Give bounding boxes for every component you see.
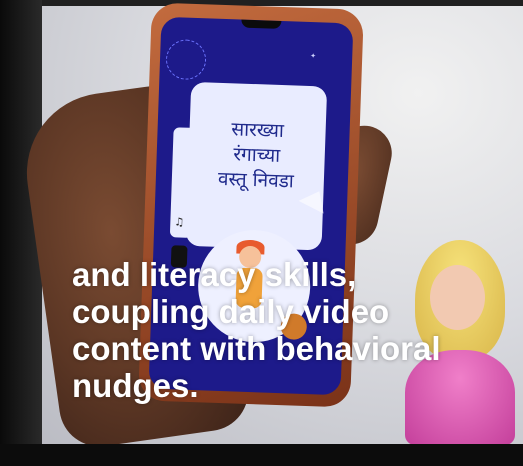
prompt-text: सारख्या रंगाच्या वस्तू निवडा xyxy=(187,116,326,196)
music-note-icon[interactable]: ♫ xyxy=(174,215,184,228)
prompt-card: सारख्या रंगाच्या वस्तू निवडा xyxy=(185,81,328,251)
caption-line-2: coupling daily video xyxy=(72,293,390,330)
caption-line-4: nudges. xyxy=(72,367,199,404)
photo-scene: ✦ सारख्या रंगाच्या वस्तू निवडा ♫ and lit… xyxy=(0,0,523,466)
camera-notch xyxy=(241,19,282,29)
app-logo: ✦ xyxy=(310,51,317,61)
decorative-circle-icon xyxy=(165,38,207,81)
caption-line-1: and literacy skills, xyxy=(72,256,357,293)
caption-overlay: and literacy skills, coupling daily vide… xyxy=(72,256,512,404)
caption-line-3: content with behavioral xyxy=(72,330,441,367)
monitor-bezel-bottom xyxy=(0,444,523,466)
monitor-bezel-top xyxy=(0,0,523,6)
